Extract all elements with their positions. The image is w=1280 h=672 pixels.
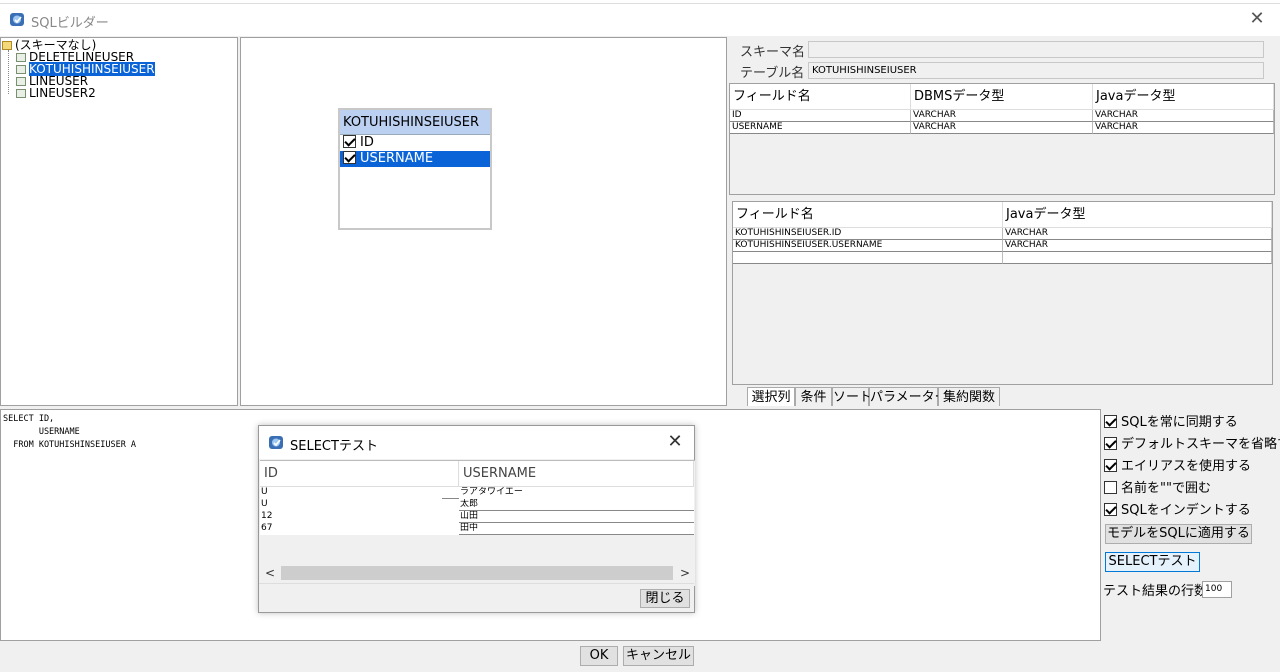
scroll-left-icon[interactable]: < bbox=[261, 564, 279, 582]
tab-strip: 選択列 条件 ソート パラメーター 集約関数 bbox=[735, 387, 1005, 406]
apply-model-button[interactable]: モデルをSQLに適用する bbox=[1105, 524, 1252, 544]
field-label: ID bbox=[360, 135, 374, 150]
checkbox-icon[interactable] bbox=[1104, 437, 1117, 450]
grid-cell[interactable]: VARCHAR bbox=[911, 122, 1093, 134]
tab-aggregate-functions[interactable]: 集約関数 bbox=[938, 387, 1000, 406]
result-cell[interactable]: 山田 bbox=[459, 511, 694, 523]
tree-item-lineuser2[interactable]: LINEUSER2 bbox=[16, 87, 96, 99]
close-icon[interactable]: ✕ bbox=[1246, 8, 1268, 30]
table-field-id[interactable]: ID bbox=[340, 135, 490, 151]
close-icon[interactable]: ✕ bbox=[664, 431, 686, 453]
checkbox-icon[interactable] bbox=[1104, 459, 1117, 472]
fields-grid: フィールド名 DBMSデータ型 Javaデータ型 ID VARCHAR VARC… bbox=[729, 83, 1275, 195]
app-icon bbox=[269, 436, 283, 449]
table-tree: (スキーマなし) DELETELINEUSER KOTUHISHINSEIUSE… bbox=[0, 37, 238, 406]
dialog-title-bar: SELECTテスト ✕ bbox=[259, 426, 694, 459]
select-test-button[interactable]: SELECTテスト bbox=[1105, 552, 1200, 572]
window-title: SQLビルダー bbox=[31, 16, 109, 31]
checkbox-icon[interactable] bbox=[1104, 481, 1117, 494]
grid-cell[interactable] bbox=[733, 252, 1003, 264]
ok-button[interactable]: OK bbox=[580, 646, 618, 666]
table-name-label: テーブル名 bbox=[740, 66, 805, 81]
grid-cell[interactable]: KOTUHISHINSEIUSER.ID bbox=[733, 228, 1003, 240]
field-label: USERNAME bbox=[360, 151, 434, 166]
scroll-right-icon[interactable]: > bbox=[676, 564, 694, 582]
column-header[interactable]: ID bbox=[260, 461, 459, 487]
tree-connector bbox=[8, 50, 9, 94]
sql-line: USERNAME bbox=[3, 427, 80, 437]
tab-conditions[interactable]: 条件 bbox=[795, 387, 832, 406]
dialog-close-button[interactable]: 閉じる bbox=[640, 589, 690, 608]
grid-cell[interactable]: VARCHAR bbox=[1093, 110, 1274, 122]
tab-selected-columns[interactable]: 選択列 bbox=[747, 387, 795, 406]
selected-columns-grid: フィールド名 Javaデータ型 KOTUHISHINSEIUSER.ID VAR… bbox=[732, 201, 1273, 385]
column-header[interactable]: Javaデータ型 bbox=[1093, 84, 1274, 110]
sql-line: FROM KOTUHISHINSEIUSER A bbox=[3, 440, 137, 450]
option-omit-default-schema[interactable]: デフォルトスキーマを省略する bbox=[1104, 433, 1280, 452]
column-header[interactable]: DBMSデータ型 bbox=[911, 84, 1093, 110]
option-quote-names[interactable]: 名前を""で囲む bbox=[1104, 477, 1211, 496]
title-bar: SQLビルダー ✕ bbox=[0, 4, 1280, 36]
option-label: SQLを常に同期する bbox=[1121, 415, 1238, 430]
test-rows-input[interactable]: 100 bbox=[1202, 581, 1232, 598]
test-rows-label: テスト結果の行数 bbox=[1103, 584, 1208, 599]
option-indent-sql[interactable]: SQLをインデントする bbox=[1104, 499, 1251, 518]
option-label: エイリアスを使用する bbox=[1121, 459, 1252, 474]
grid-cell[interactable]: VARCHAR bbox=[1003, 228, 1272, 240]
checkbox-icon[interactable] bbox=[343, 151, 356, 164]
sql-builder-window: SQLビルダー ✕ (スキーマなし) DELETELINEUSER KOTUHI… bbox=[0, 0, 1280, 672]
result-cell[interactable]: U bbox=[260, 487, 442, 499]
horizontal-scrollbar[interactable]: < > bbox=[260, 564, 695, 582]
option-sync-sql[interactable]: SQLを常に同期する bbox=[1104, 411, 1238, 430]
schema-label: スキーマ名 bbox=[740, 45, 806, 60]
column-header[interactable]: USERNAME bbox=[459, 461, 694, 487]
tab-parameters[interactable]: パラメーター bbox=[869, 387, 948, 406]
cancel-button[interactable]: キャンセル bbox=[623, 646, 694, 666]
tab-sort[interactable]: ソート bbox=[832, 387, 872, 406]
column-header[interactable]: フィールド名 bbox=[733, 202, 1003, 228]
tree-item-label: LINEUSER2 bbox=[29, 86, 96, 100]
folder-icon bbox=[2, 41, 12, 50]
grid-cell[interactable]: VARCHAR bbox=[1093, 122, 1274, 134]
checkbox-icon[interactable] bbox=[1104, 415, 1117, 428]
table-icon bbox=[16, 89, 26, 98]
grid-cell[interactable]: USERNAME bbox=[730, 122, 911, 134]
sql-line: SELECT ID, bbox=[3, 414, 55, 424]
table-icon bbox=[16, 65, 26, 74]
table-box-title: KOTUHISHINSEIUSER bbox=[340, 110, 490, 135]
column-header[interactable]: フィールド名 bbox=[730, 84, 911, 110]
result-cell-divider bbox=[442, 487, 459, 499]
result-cell[interactable]: 12 bbox=[260, 511, 459, 523]
table-icon bbox=[16, 53, 26, 62]
result-cell[interactable]: 田中 bbox=[459, 523, 694, 535]
scrollbar-thumb[interactable] bbox=[281, 566, 673, 580]
table-icon bbox=[16, 77, 26, 86]
checkbox-icon[interactable] bbox=[1104, 503, 1117, 516]
dialog-title: SELECTテスト bbox=[290, 439, 378, 454]
option-label: SQLをインデントする bbox=[1121, 503, 1251, 518]
table-box[interactable]: KOTUHISHINSEIUSER ID USERNAME bbox=[338, 108, 492, 230]
dialog-footer: 閉じる bbox=[259, 583, 694, 612]
select-test-dialog: SELECTテスト ✕ ID USERNAME U ラアタワイエー U 太郎 1… bbox=[258, 425, 695, 613]
result-cell[interactable]: U bbox=[260, 499, 459, 511]
result-cell[interactable]: ラアタワイエー bbox=[459, 487, 694, 499]
grid-cell[interactable]: VARCHAR bbox=[1003, 240, 1272, 252]
app-icon bbox=[10, 13, 24, 26]
table-name-field: KOTUHISHINSEIUSER bbox=[808, 62, 1264, 79]
column-header[interactable]: Javaデータ型 bbox=[1003, 202, 1272, 228]
grid-cell[interactable]: KOTUHISHINSEIUSER.USERNAME bbox=[733, 240, 1003, 252]
grid-cell[interactable]: ID bbox=[730, 110, 911, 122]
result-cell[interactable]: 67 bbox=[260, 523, 459, 535]
checkbox-icon[interactable] bbox=[343, 135, 356, 148]
option-label: デフォルトスキーマを省略する bbox=[1121, 437, 1280, 452]
option-label: 名前を""で囲む bbox=[1121, 481, 1211, 496]
option-use-alias[interactable]: エイリアスを使用する bbox=[1104, 455, 1251, 474]
result-cell[interactable]: 太郎 bbox=[459, 499, 694, 511]
sql-text: SELECT ID, USERNAME FROM KOTUHISHINSEIUS… bbox=[3, 413, 136, 452]
table-field-username[interactable]: USERNAME bbox=[340, 151, 490, 167]
schema-field bbox=[808, 41, 1264, 58]
grid-cell[interactable] bbox=[1003, 252, 1272, 264]
grid-cell[interactable]: VARCHAR bbox=[911, 110, 1093, 122]
